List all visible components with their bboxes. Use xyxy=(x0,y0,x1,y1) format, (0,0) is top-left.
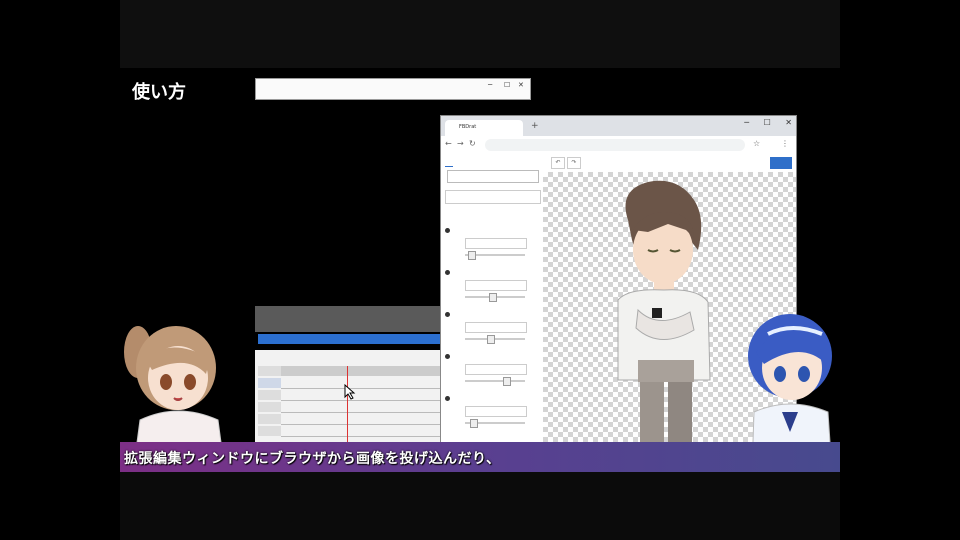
param-slider[interactable] xyxy=(465,251,525,260)
apply-button[interactable] xyxy=(770,157,792,169)
browser-tab-title: FBDrat xyxy=(459,124,477,130)
editor-main-window[interactable]: ─ ☐ ✕ xyxy=(255,78,531,100)
preset-select[interactable] xyxy=(445,190,541,204)
layer-header[interactable] xyxy=(258,426,281,436)
slider-knob[interactable] xyxy=(502,377,511,386)
slider-knob[interactable] xyxy=(489,293,498,302)
forward-arrow-icon[interactable]: → xyxy=(457,139,464,148)
param-group xyxy=(441,226,543,266)
param-input[interactable] xyxy=(465,364,527,375)
address-bar[interactable] xyxy=(485,139,745,151)
close-icon[interactable]: ✕ xyxy=(518,81,524,89)
layer-header[interactable] xyxy=(258,378,281,388)
bullet-icon xyxy=(445,354,450,359)
minimize-icon[interactable]: ─ xyxy=(488,81,492,89)
param-side-panel xyxy=(441,154,544,444)
bottom-letterbox xyxy=(120,472,840,540)
browser-window-controls: ─ ☐ ✕ xyxy=(732,118,792,127)
param-group xyxy=(441,268,543,308)
param-slider[interactable] xyxy=(465,293,525,302)
left-girl-character xyxy=(124,326,223,450)
param-input[interactable] xyxy=(465,406,527,417)
timeline-ruler[interactable] xyxy=(281,366,441,376)
param-input[interactable] xyxy=(465,280,527,291)
param-input[interactable] xyxy=(465,322,527,333)
browser-address-row: ← → ↻ ☆ ⋮ xyxy=(441,136,796,155)
editor-seek-bar[interactable] xyxy=(258,334,441,344)
playhead[interactable] xyxy=(347,366,348,445)
param-input[interactable] xyxy=(465,238,527,249)
subtitle-bar: 拡張編集ウィンドウにブラウザから画像を投げ込んだり、 xyxy=(120,442,840,472)
layer-header[interactable] xyxy=(258,390,281,400)
param-slider[interactable] xyxy=(465,419,525,428)
section-heading: 使い方 xyxy=(132,82,186,103)
editor-seek-area[interactable] xyxy=(255,306,441,332)
layer-row xyxy=(281,436,441,437)
back-arrow-icon[interactable]: ← xyxy=(445,139,452,148)
layer-header[interactable] xyxy=(258,402,281,412)
param-group xyxy=(441,394,543,434)
slider-knob[interactable] xyxy=(467,251,476,260)
redo-icon[interactable]: ↷ xyxy=(567,157,581,169)
bullet-icon xyxy=(445,312,450,317)
bullet-icon xyxy=(445,270,450,275)
new-tab-icon[interactable]: + xyxy=(531,121,539,131)
editor-preview-area xyxy=(255,100,441,306)
top-letterbox xyxy=(120,0,840,68)
param-group xyxy=(441,310,543,350)
browser-tab-strip: FBDrat + ─ ☐ ✕ xyxy=(441,116,796,136)
male-character-illustration xyxy=(617,180,711,445)
layer-row xyxy=(281,388,441,389)
param-group xyxy=(441,352,543,392)
bullet-icon xyxy=(445,228,450,233)
slider-knob[interactable] xyxy=(470,419,479,428)
reload-icon[interactable]: ↻ xyxy=(469,139,476,148)
undo-icon[interactable]: ↶ xyxy=(551,157,565,169)
layer-header[interactable] xyxy=(258,414,281,424)
layer-settings-button[interactable] xyxy=(447,170,539,183)
maximize-icon[interactable]: ☐ xyxy=(504,81,510,89)
menu-dots-icon[interactable]: ⋮ xyxy=(781,139,789,148)
layer-row xyxy=(281,412,441,413)
mouse-cursor-icon xyxy=(344,384,356,400)
layer-header[interactable] xyxy=(258,366,281,376)
minimize-icon[interactable]: ─ xyxy=(744,118,749,127)
slider-knob[interactable] xyxy=(486,335,495,344)
close-icon[interactable]: ✕ xyxy=(785,118,792,127)
canvas-toolbar: ↶ ↷ xyxy=(543,154,796,173)
star-icon[interactable]: ☆ xyxy=(753,139,760,148)
side-tab-2[interactable] xyxy=(481,156,489,166)
layer-row xyxy=(281,400,441,401)
browser-tab[interactable]: FBDrat xyxy=(445,120,523,136)
side-tab-1[interactable] xyxy=(445,156,453,167)
bullet-icon xyxy=(445,396,450,401)
param-slider[interactable] xyxy=(465,335,525,344)
maximize-icon[interactable]: ☐ xyxy=(764,118,771,127)
subtitle-text: 拡張編集ウィンドウにブラウザから画像を投げ込んだり、 xyxy=(124,451,501,467)
layer-row xyxy=(281,424,441,425)
param-slider[interactable] xyxy=(465,377,525,386)
